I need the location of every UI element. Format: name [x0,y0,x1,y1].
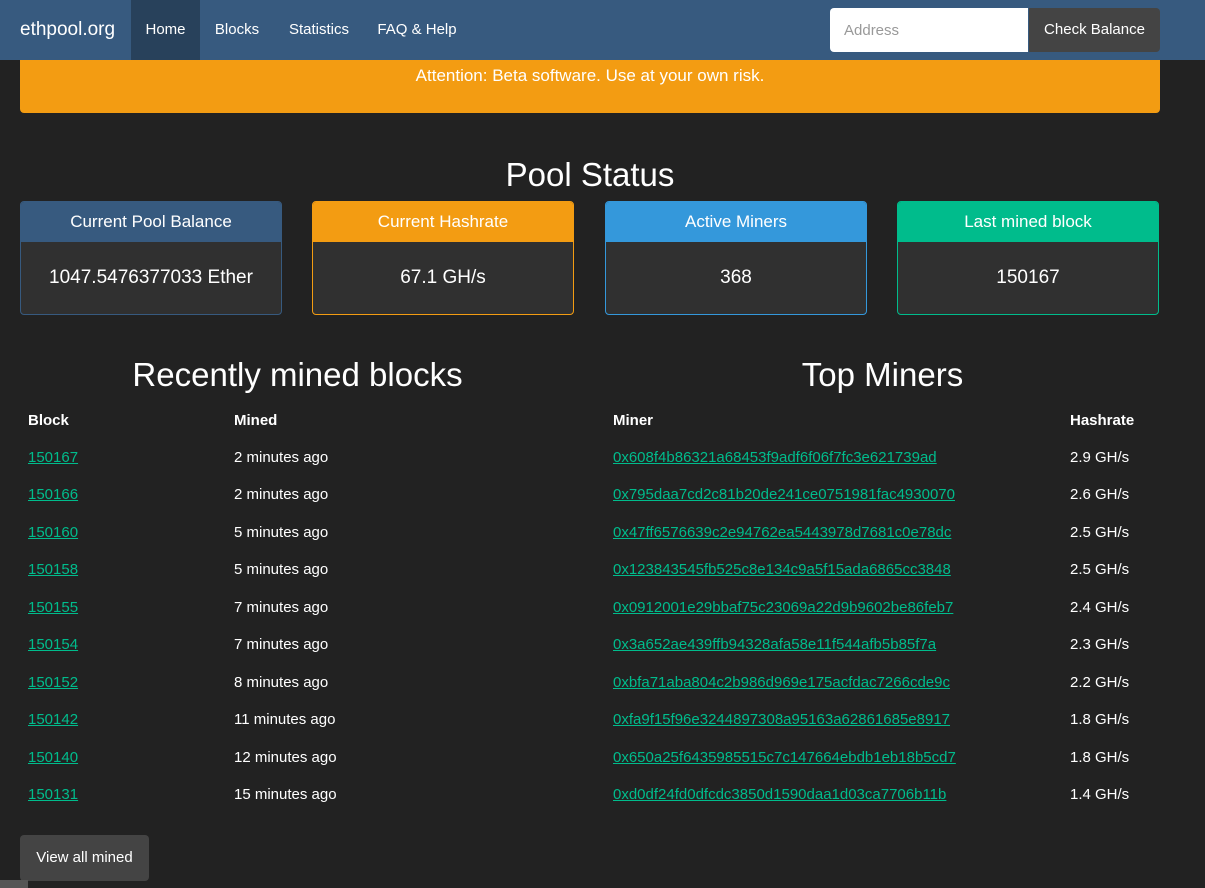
block-link[interactable]: 150166 [28,484,78,506]
miner-address-link[interactable]: 0x795daa7cd2c81b20de241ce0751981fac49300… [613,484,955,506]
block-link[interactable]: 150167 [28,447,78,469]
miner-hashrate: 2.2 GH/s [1070,674,1130,691]
panel-value: 67.1 GH/s [400,267,486,288]
panel-value: 1047.5476377033 Ether [49,267,253,288]
pool-balance-panel: Current Pool Balance 1047.5476377033 Eth… [20,201,282,315]
top-miners-title: Top Miners [801,356,964,393]
block-link[interactable]: 150140 [28,747,78,769]
nav-faq-help[interactable]: FAQ & Help [364,0,470,60]
panel-heading: Active Miners [606,202,866,242]
block-link[interactable]: 150154 [28,634,78,656]
panel-value: 368 [720,267,752,288]
panel-heading: Last mined block [898,202,1158,242]
mined-time: 11 minutes ago [234,711,336,728]
block-link[interactable]: 150152 [28,672,78,694]
block-column-header: Block [28,412,69,429]
miner-hashrate: 2.3 GH/s [1070,636,1130,653]
mined-time: 12 minutes ago [234,749,337,766]
check-balance-button[interactable]: Check Balance [1029,8,1160,52]
beta-warning-alert: Attention: Beta software. Use at your ow… [20,60,1160,113]
nav-blocks[interactable]: Blocks [200,0,274,60]
hashrate-panel: Current Hashrate 67.1 GH/s [312,201,574,315]
mined-time: 2 minutes ago [234,486,329,503]
miner-hashrate: 2.5 GH/s [1070,524,1130,541]
panel-heading: Current Pool Balance [21,202,281,242]
mined-time: 5 minutes ago [234,561,329,578]
miner-hashrate: 1.8 GH/s [1070,749,1130,766]
miner-address-link[interactable]: 0xbfa71aba804c2b986d969e175acfdac7266cde… [613,672,950,694]
mined-time: 8 minutes ago [234,674,329,691]
hashrate-column-header: Hashrate [1070,412,1135,429]
miner-address-link[interactable]: 0x123843545fb525c8e134c9a5f15ada6865cc38… [613,559,951,581]
nav-home[interactable]: Home [131,0,200,60]
miner-address-link[interactable]: 0x3a652ae439ffb94328afa58e11f544afb5b85f… [613,634,936,656]
miner-hashrate: 2.6 GH/s [1070,486,1130,503]
mined-time: 7 minutes ago [234,636,329,653]
active-miners-panel: Active Miners 368 [605,201,867,315]
view-all-mined-button[interactable]: View all mined [20,835,149,881]
miner-hashrate: 1.8 GH/s [1070,711,1130,728]
mined-time: 7 minutes ago [234,599,329,616]
mined-time: 2 minutes ago [234,449,329,466]
miner-hashrate: 2.5 GH/s [1070,561,1130,578]
miner-hashrate: 2.9 GH/s [1070,449,1130,466]
last-mined-block-panel: Last mined block 150167 [897,201,1159,315]
miner-address-link[interactable]: 0xfa9f15f96e3244897308a95163a62861685e89… [613,709,950,731]
block-link[interactable]: 150155 [28,597,78,619]
miner-address-link[interactable]: 0x0912001e29bbaf75c23069a22d9b9602be86fe… [613,597,953,619]
brand-link[interactable]: ethpool.org [20,0,115,60]
navbar: ethpool.org Home Blocks Statistics FAQ &… [0,0,1205,60]
miner-hashrate: 2.4 GH/s [1070,599,1130,616]
mined-time: 15 minutes ago [234,786,337,803]
mined-time: 5 minutes ago [234,524,329,541]
address-input[interactable] [830,8,1028,52]
miner-address-link[interactable]: 0x650a25f6435985515c7c147664ebdb1eb18b5c… [613,747,956,769]
miner-address-link[interactable]: 0x608f4b86321a68453f9adf6f06f7fc3e621739… [613,447,937,469]
block-link[interactable]: 150131 [28,784,78,806]
recent-blocks-title: Recently mined blocks [132,356,463,393]
miner-address-link[interactable]: 0xd0df24fd0dfcdc3850d1590daa1d03ca7706b1… [613,784,946,806]
miner-address-link[interactable]: 0x47ff6576639c2e94762ea5443978d7681c0e78… [613,522,951,544]
miner-hashrate: 1.4 GH/s [1070,786,1130,803]
scrollbar-thumb[interactable] [0,880,28,888]
block-link[interactable]: 150158 [28,559,78,581]
mined-column-header: Mined [234,412,278,429]
pool-status-title: Pool Status [505,156,675,193]
block-link[interactable]: 150142 [28,709,78,731]
panel-value: 150167 [996,267,1060,288]
nav-statistics[interactable]: Statistics [274,0,364,60]
miner-column-header: Miner [613,412,654,429]
panel-heading: Current Hashrate [313,202,573,242]
block-link[interactable]: 150160 [28,522,78,544]
